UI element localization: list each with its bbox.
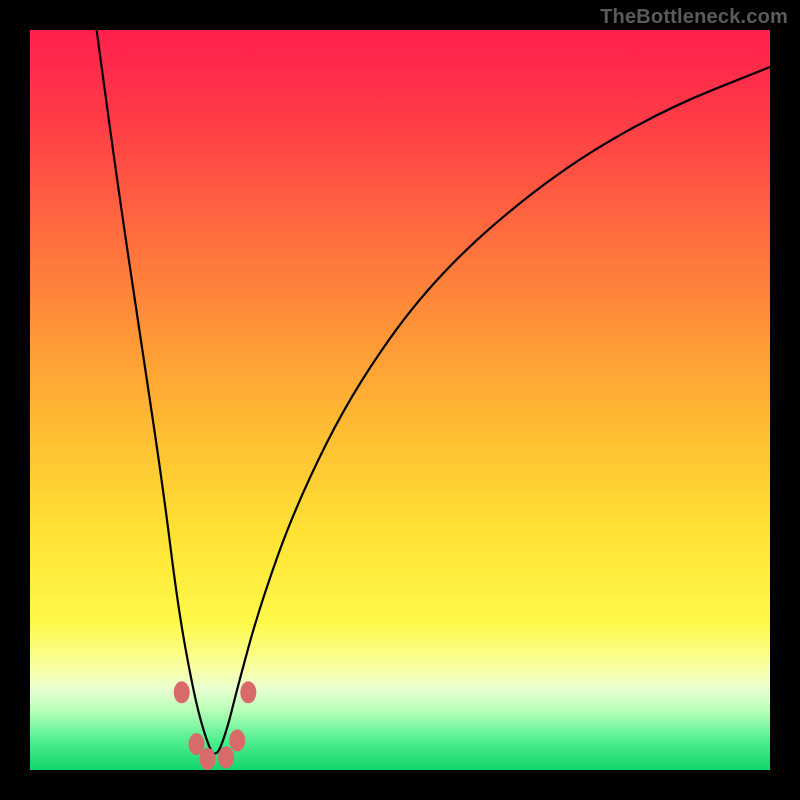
watermark-text: TheBottleneck.com: [600, 6, 788, 29]
highlight-marker: [218, 746, 234, 768]
highlight-marker: [200, 748, 216, 770]
chart-frame: TheBottleneck.com: [0, 0, 800, 800]
highlight-marker: [240, 681, 256, 703]
plot-area: [30, 30, 770, 770]
highlight-marker: [229, 729, 245, 751]
highlight-marker: [174, 681, 190, 703]
bottleneck-curve: [30, 30, 770, 770]
